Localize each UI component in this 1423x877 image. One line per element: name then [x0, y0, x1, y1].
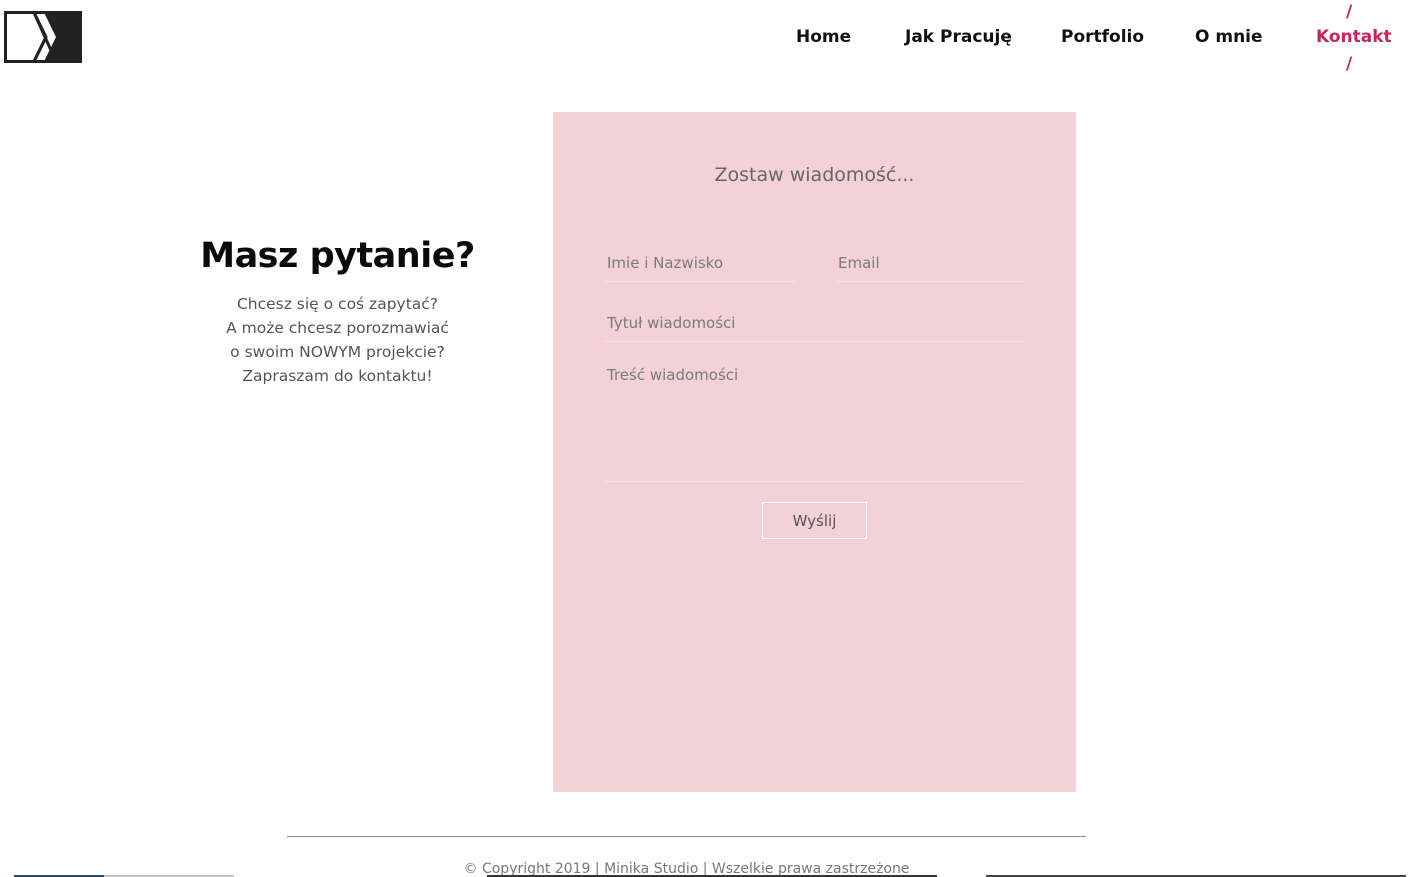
- nav-item-portfolio[interactable]: Portfolio: [1061, 27, 1144, 47]
- send-button[interactable]: Wyślij: [762, 502, 867, 539]
- nav-item-jak-pracuje[interactable]: Jak Pracuję: [905, 27, 1012, 47]
- main-nav: Home Jak Pracuję Portfolio O mnie Kontak…: [0, 0, 1423, 80]
- nav-item-home[interactable]: Home: [796, 27, 851, 47]
- intro-line: Chcesz się o coś zapytać?: [236, 295, 439, 313]
- contact-form: Zostaw wiadomość... Wyślij: [553, 112, 1076, 792]
- intro-line: A może chcesz porozmawiać: [226, 319, 449, 337]
- active-marker-bottom: /: [1346, 54, 1353, 74]
- page-heading: Masz pytanie?: [200, 236, 475, 276]
- message-field[interactable]: [605, 366, 1024, 482]
- footer-image-strip: [0, 873, 1423, 877]
- form-title: Zostaw wiadomość...: [714, 164, 915, 186]
- intro-line: Zapraszam do kontaktu!: [242, 367, 433, 385]
- active-marker-top: /: [1346, 2, 1353, 22]
- intro-line: o swoim NOWYM projekcie?: [230, 343, 445, 361]
- nav-item-o-mnie[interactable]: O mnie: [1195, 27, 1263, 47]
- subject-field[interactable]: [605, 313, 1024, 342]
- nav-item-kontakt[interactable]: Kontakt: [1316, 27, 1392, 47]
- intro-text: Chcesz się o coś zapytać? A może chcesz …: [190, 292, 485, 388]
- email-field[interactable]: [836, 253, 1024, 282]
- contact-intro: Masz pytanie? Chcesz się o coś zapytać? …: [190, 236, 485, 388]
- footer-divider: [287, 836, 1086, 837]
- name-field[interactable]: [605, 253, 795, 282]
